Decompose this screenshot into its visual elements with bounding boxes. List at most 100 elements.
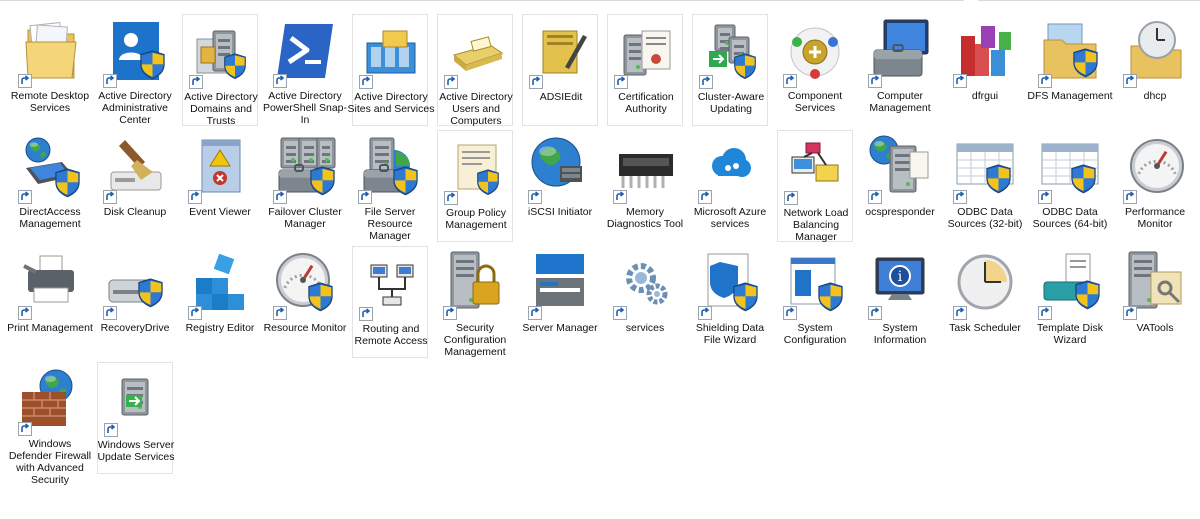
shortcut-label: Registry Editor [185,322,255,334]
shortcut-tile[interactable]: dfrgui [947,14,1023,126]
shortcut-tile[interactable]: ADSIEdit [522,14,598,126]
shortcut-arrow-icon [18,306,32,320]
shortcut-tile[interactable]: Registry Editor [182,246,258,358]
shortcut-label: Shielding Data File Wizard [695,322,765,346]
shortcut-label: Network Load Balancing Manager [783,207,849,243]
shortcut-tile[interactable]: VATools [1117,246,1193,358]
shortcut-arrow-icon [359,307,373,321]
shortcut-tile[interactable]: System Configuration [777,246,853,358]
shortcut-label: Server Manager [522,322,598,334]
shortcut-tile[interactable]: File Server Resource Manager [352,130,428,242]
shortcut-label: Computer Management [869,90,931,114]
shortcut-tile[interactable]: DFS Management [1027,14,1113,126]
shortcut-arrow-icon [103,74,117,88]
shortcut-tile[interactable]: Template Disk Wizard [1032,246,1108,358]
shortcut-label: Task Scheduler [949,322,1021,334]
shortcut-tile[interactable]: Active Directory Users and Computers [437,14,513,127]
shortcut-tile[interactable]: Active Directory Domains and Trusts [182,14,258,127]
shortcut-label: File Server Resource Manager [364,206,416,242]
shortcut-tile[interactable]: Memory Diagnostics Tool [607,130,683,242]
shortcut-tile[interactable]: Resource Monitor [264,246,346,358]
shortcut-arrow-icon [188,306,202,320]
shortcut-tile[interactable]: Microsoft Azure services [692,130,768,242]
shortcut-tile[interactable]: Certification Authority [607,14,683,126]
shortcut-label: Active Directory Sites and Services [347,91,435,115]
shortcut-arrow-icon [783,74,797,88]
top-divider [0,0,964,1]
shortcut-tile[interactable]: Active Directory Sites and Services [348,14,434,126]
shortcut-label: VATools [1136,322,1174,334]
shortcut-tile[interactable]: Security Configuration Management [437,246,513,358]
shortcut-arrow-icon [104,423,118,437]
shortcut-arrow-icon [868,190,882,204]
shortcut-label: Windows Defender Firewall with Advanced … [8,438,92,486]
shortcut-tile[interactable]: Active Directory Administrative Center [97,14,173,126]
shortcut-arrow-icon [188,190,202,204]
shortcut-label: DFS Management [1027,90,1113,102]
shortcut-tile[interactable]: Event Viewer [182,130,258,242]
shortcut-arrow-icon [273,306,287,320]
shortcut-label: Security Configuration Management [443,322,507,358]
shortcut-label: dfrgui [971,90,999,102]
shortcut-label: System Information [873,322,927,346]
shortcut-arrow-icon [613,190,627,204]
shortcut-tile[interactable]: Windows Defender Firewall with Advanced … [9,362,91,486]
shortcut-arrow-icon [699,75,713,89]
shortcut-arrow-icon [1038,74,1052,88]
shortcut-tile[interactable]: Cluster-Aware Updating [692,14,768,126]
shortcut-tile[interactable]: Failover Cluster Manager [267,130,343,242]
shortcut-label: Microsoft Azure services [693,206,767,230]
shortcut-arrow-icon [1038,306,1052,320]
shortcut-label: Active Directory Domains and Trusts [184,91,258,127]
shortcut-arrow-icon [273,190,287,204]
shortcut-tile[interactable]: RecoveryDrive [97,246,173,358]
shortcut-tile[interactable]: dhcp [1117,14,1193,126]
shortcut-tile[interactable]: Remote Desktop Services [11,14,89,126]
shortcut-tile[interactable]: Task Scheduler [947,246,1023,358]
shortcut-tile[interactable]: Computer Management [862,14,938,126]
shortcut-label: Cluster-Aware Updating [697,91,765,115]
top-divider-right [978,0,1200,1]
shortcut-tile[interactable]: services [607,246,683,358]
shortcut-arrow-icon [868,306,882,320]
shortcut-tile[interactable]: Network Load Balancing Manager [777,130,853,243]
shortcut-tile[interactable]: Windows Server Update Services [97,362,175,474]
shortcut-label: Print Management [7,322,93,334]
shortcut-label: ODBC Data Sources (32-bit) [947,206,1023,230]
shortcut-arrow-icon [273,74,287,88]
shortcut-tile[interactable]: DirectAccess Management [12,130,88,242]
shortcut-tile[interactable]: Print Management [7,246,93,358]
shortcut-label: Performance Monitor [1124,206,1186,230]
shortcut-arrow-icon [528,190,542,204]
shortcut-arrow-icon [613,306,627,320]
shortcut-label: Group Policy Management [445,207,507,231]
shortcut-arrow-icon [1038,190,1052,204]
shortcut-tile[interactable]: Routing and Remote Access [352,246,428,358]
shortcut-label: Template Disk Wizard [1037,322,1103,346]
shortcut-tile[interactable]: Component Services [777,14,853,126]
shortcut-tile[interactable]: Active Directory PowerShell Snap-In [263,14,347,126]
shortcut-arrow-icon [783,306,797,320]
shortcut-tile[interactable]: Shielding Data File Wizard [692,246,768,358]
shortcut-tile[interactable]: Performance Monitor [1117,130,1193,242]
shortcut-arrow-icon [1123,306,1137,320]
shortcut-tile[interactable]: Disk Cleanup [97,130,173,242]
shortcut-tile[interactable]: iSCSI Initiator [522,130,598,242]
shortcut-tile[interactable]: ocspresponder [862,130,938,242]
shortcut-label: Windows Server Update Services [97,439,175,463]
shortcut-arrow-icon [953,74,967,88]
shortcut-arrow-icon [1123,74,1137,88]
shortcut-tile[interactable]: Group Policy Management [437,130,513,242]
shortcut-arrow-icon [698,306,712,320]
shortcut-tile[interactable]: ODBC Data Sources (64-bit) [1032,130,1108,242]
shortcut-label: ADSIEdit [539,91,583,103]
shortcut-label: Memory Diagnostics Tool [606,206,684,230]
shortcut-label: Active Directory Administrative Center [98,90,172,126]
shortcut-arrow-icon [868,74,882,88]
shortcut-tile[interactable]: Server Manager [522,246,598,358]
shortcut-tile[interactable]: ODBC Data Sources (32-bit) [947,130,1023,242]
shortcut-tile[interactable]: i System Information [862,246,938,358]
shortcut-label: dhcp [1143,90,1167,102]
shortcut-label: Certification Authority [618,91,674,115]
shortcut-label: Failover Cluster Manager [268,206,342,230]
